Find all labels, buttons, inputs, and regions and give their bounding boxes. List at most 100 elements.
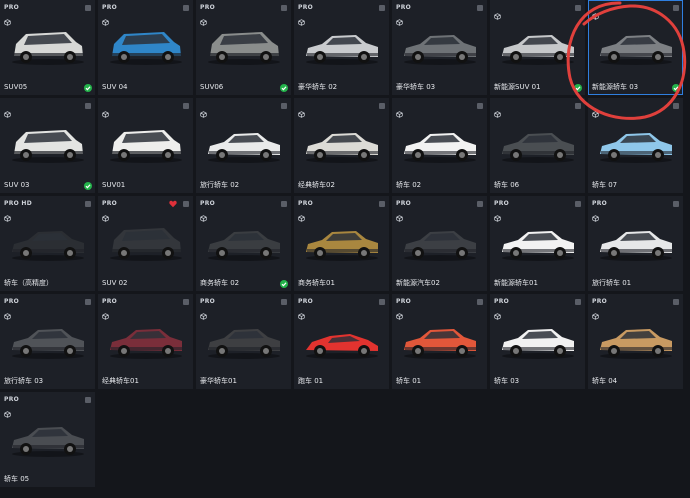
checkbox-icon[interactable] [673, 103, 679, 109]
cube-icon [298, 103, 305, 118]
checkbox-icon[interactable] [183, 5, 189, 11]
model-tile[interactable]: 新能源轿车 03 [588, 0, 683, 95]
pro-badge: PRO [200, 298, 216, 305]
model-tile[interactable]: 旅行轿车 02 [196, 98, 291, 193]
model-tile[interactable]: PRO 豪华轿车 03 [392, 0, 487, 95]
model-tile[interactable]: PRO SUV05 [0, 0, 95, 95]
pro-badge: PRO [396, 298, 412, 305]
car-render-image [110, 228, 182, 261]
model-tile[interactable]: PRO 商务轿车 02 [196, 196, 291, 291]
model-tile[interactable]: PRO SUV 02 [98, 196, 193, 291]
model-tile[interactable]: PRO 经典轿车01 [98, 294, 193, 389]
car-render-image [110, 130, 182, 163]
model-tile[interactable]: PRO 轿车 03 [490, 294, 585, 389]
car-render-image [306, 133, 378, 163]
checkbox-icon[interactable] [379, 103, 385, 109]
model-tile[interactable]: PRO 新能源汽车02 [392, 196, 487, 291]
model-tile[interactable]: SUV01 [98, 98, 193, 193]
cube-icon [494, 207, 501, 222]
cube-icon [592, 103, 599, 118]
model-name-label: 轿车 03 [494, 377, 520, 385]
checkbox-icon[interactable] [673, 299, 679, 305]
model-name-label: 豪华轿车01 [200, 377, 237, 385]
car-render-image [306, 231, 378, 261]
model-name-label: 商务轿车 02 [200, 279, 240, 287]
model-tile[interactable]: PRO 商务轿车01 [294, 196, 389, 291]
checkbox-icon[interactable] [85, 397, 91, 403]
model-tile[interactable]: SUV 03 [0, 98, 95, 193]
checkbox-icon[interactable] [379, 201, 385, 207]
check-circle-icon [280, 84, 288, 92]
cube-icon [494, 103, 501, 118]
model-tile[interactable]: 轿车 02 [392, 98, 487, 193]
model-name-label: 轿车 02 [396, 181, 422, 189]
checkbox-icon[interactable] [379, 299, 385, 305]
checkbox-icon[interactable] [281, 201, 287, 207]
checkbox-icon[interactable] [575, 103, 581, 109]
check-circle-icon [280, 280, 288, 288]
model-tile[interactable]: 轿车 06 [490, 98, 585, 193]
model-tile[interactable]: PRO 轿车 01 [392, 294, 487, 389]
checkbox-icon[interactable] [575, 5, 581, 11]
checkbox-icon[interactable] [379, 5, 385, 11]
model-tile[interactable]: 轿车 07 [588, 98, 683, 193]
model-tile[interactable]: PRO SUV06 [196, 0, 291, 95]
check-circle-icon [84, 84, 92, 92]
checkbox-icon[interactable] [477, 103, 483, 109]
pro-badge: PRO [396, 4, 412, 11]
cube-icon [200, 103, 207, 118]
checkbox-icon[interactable] [575, 299, 581, 305]
cube-icon [396, 11, 403, 26]
checkbox-icon[interactable] [183, 201, 189, 207]
checkbox-icon[interactable] [673, 201, 679, 207]
checkbox-icon[interactable] [85, 299, 91, 305]
checkbox-icon[interactable] [281, 5, 287, 11]
model-tile[interactable]: PRO 轿车 04 [588, 294, 683, 389]
model-name-label: 经典轿车01 [102, 377, 139, 385]
checkbox-icon[interactable] [477, 201, 483, 207]
model-tile[interactable]: PRO 跑车 01 [294, 294, 389, 389]
pro-badge: PRO [494, 298, 510, 305]
model-tile[interactable]: PRO 旅行轿车 01 [588, 196, 683, 291]
cube-icon [102, 305, 109, 320]
model-tile[interactable]: PRO 旅行轿车 03 [0, 294, 95, 389]
checkbox-icon[interactable] [477, 299, 483, 305]
pro-badge: PRO [102, 4, 118, 11]
model-name-label: SUV 03 [4, 181, 30, 189]
pro-badge: PRO [4, 4, 20, 11]
checkbox-icon[interactable] [85, 103, 91, 109]
cube-icon [200, 207, 207, 222]
model-tile[interactable]: PRO SUV 04 [98, 0, 193, 95]
checkbox-icon[interactable] [85, 201, 91, 207]
checkbox-icon[interactable] [673, 5, 679, 11]
car-render-image [404, 133, 476, 163]
model-name-label: SUV06 [200, 83, 224, 91]
checkbox-icon[interactable] [281, 103, 287, 109]
model-name-label: 跑车 01 [298, 377, 324, 385]
car-render-image [600, 35, 672, 65]
checkbox-icon[interactable] [183, 299, 189, 305]
car-render-image [12, 329, 84, 359]
model-tile[interactable]: PRO 豪华轿车01 [196, 294, 291, 389]
model-tile[interactable]: PRO HD 轿车（高精度） [0, 196, 95, 291]
cube-icon [592, 207, 599, 222]
model-name-label: 轿车 05 [4, 475, 30, 483]
model-tile[interactable]: 新能源SUV 01 [490, 0, 585, 95]
checkbox-icon[interactable] [183, 103, 189, 109]
pro-badge: PRO [298, 4, 314, 11]
model-tile[interactable]: PRO 豪华轿车 02 [294, 0, 389, 95]
checkbox-icon[interactable] [477, 5, 483, 11]
checkbox-icon[interactable] [85, 5, 91, 11]
model-tile[interactable]: 经典轿车02 [294, 98, 389, 193]
heart-icon[interactable] [169, 200, 177, 208]
car-render-image [600, 329, 672, 359]
cube-icon [396, 103, 403, 118]
cube-icon [592, 305, 599, 320]
model-tile[interactable]: PRO 新能源轿车01 [490, 196, 585, 291]
checkbox-icon[interactable] [575, 201, 581, 207]
checkbox-icon[interactable] [281, 299, 287, 305]
car-render-image [208, 231, 280, 261]
model-tile[interactable]: PRO 轿车 05 [0, 392, 95, 487]
pro-badge: PRO [200, 4, 216, 11]
model-name-label: 轿车 04 [592, 377, 618, 385]
